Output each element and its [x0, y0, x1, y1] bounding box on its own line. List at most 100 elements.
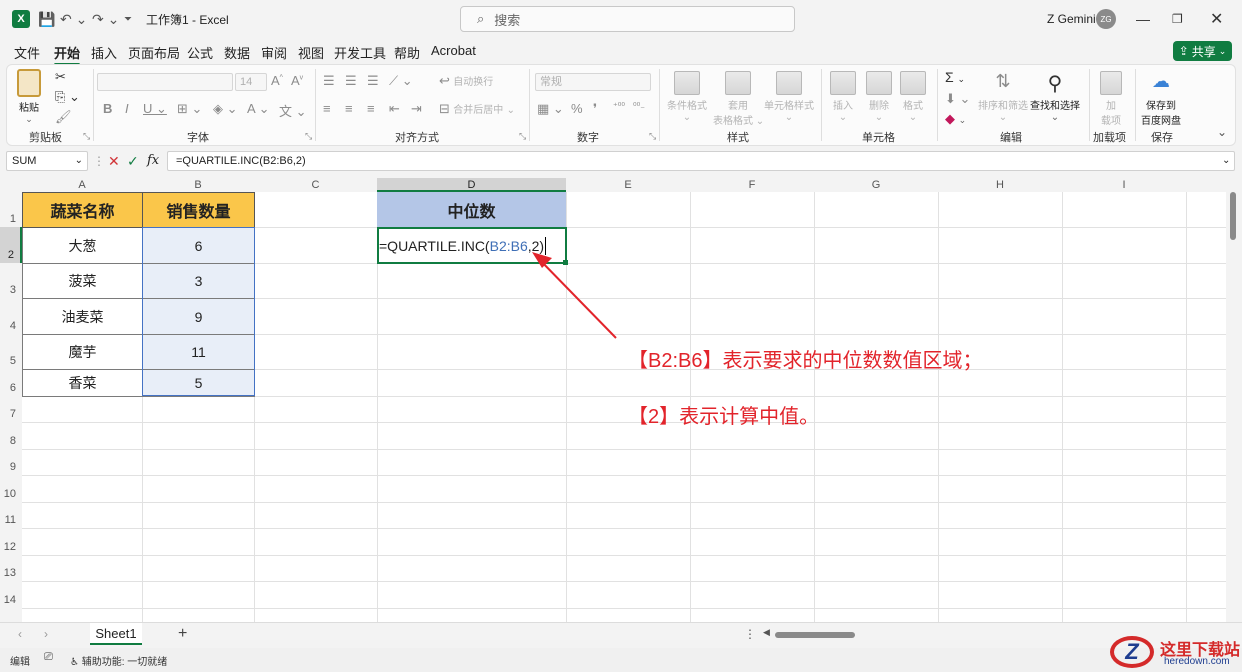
column-header-e[interactable]: E	[566, 178, 690, 192]
select-all-corner[interactable]	[0, 178, 22, 192]
percent-icon[interactable]: %	[571, 101, 583, 116]
dialog-launcher-icon[interactable]: ⤡	[519, 131, 526, 142]
column-header-g[interactable]: G	[814, 178, 938, 192]
sort-filter-button[interactable]: ⇅ 排序和筛选 ⌄	[975, 71, 1031, 123]
sheet-tab-sheet1[interactable]: Sheet1	[90, 623, 142, 645]
cancel-icon[interactable]: ✕	[108, 151, 120, 171]
cell-styles-button[interactable]: 单元格样式 ⌄	[761, 71, 817, 123]
tab-file[interactable]: 文件	[14, 43, 40, 62]
search-box[interactable]: ⌕ 搜索	[460, 6, 795, 32]
decrease-font-icon[interactable]: Av	[291, 73, 303, 88]
tab-review[interactable]: 审阅	[261, 43, 287, 62]
borders-icon[interactable]: ⊞ ⌄	[177, 101, 202, 117]
column-header-h[interactable]: H	[938, 178, 1062, 192]
tab-formulas[interactable]: 公式	[187, 43, 213, 62]
underline-icon[interactable]: U ⌄	[143, 101, 167, 117]
tab-page-layout[interactable]: 页面布局	[128, 43, 180, 62]
header-cell-median[interactable]: 中位数	[377, 192, 566, 227]
customize-qat-icon[interactable]: ⏷	[124, 0, 132, 38]
number-format-select[interactable]: 常规	[535, 73, 651, 91]
scroll-thumb[interactable]	[1230, 192, 1236, 240]
column-header-a[interactable]: A	[22, 178, 142, 192]
cell-quantity[interactable]: 9	[143, 299, 255, 335]
column-header-b[interactable]: B	[142, 178, 254, 192]
horizontal-scroll-thumb[interactable]	[775, 632, 855, 638]
clear-icon[interactable]: ◆ ⌄	[945, 111, 966, 127]
tab-acrobat[interactable]: Acrobat	[431, 43, 476, 58]
orientation-icon[interactable]: ⟋ ⌄	[389, 73, 413, 89]
redo-icon[interactable]: ↷ ⌄	[92, 0, 119, 38]
dialog-launcher-icon[interactable]: ⤡	[83, 131, 90, 142]
increase-decimal-icon[interactable]: ⁺⁰⁰	[613, 101, 625, 112]
row-header[interactable]: 11	[0, 502, 22, 528]
phonetic-icon[interactable]: 文 ⌄	[279, 101, 307, 120]
column-header-d[interactable]: D	[377, 178, 566, 192]
tab-home[interactable]: 开始	[54, 43, 81, 66]
tab-data[interactable]: 数据	[224, 43, 250, 62]
copy-icon[interactable]: ⎘ ⌄	[55, 89, 80, 105]
row-header[interactable]: 10	[0, 475, 22, 502]
vertical-scrollbar[interactable]	[1226, 192, 1242, 622]
row-header[interactable]: 9	[0, 449, 22, 475]
formula-edit-cell[interactable]: =QUARTILE.INC(B2:B6,2)	[377, 227, 567, 264]
decrease-decimal-icon[interactable]: ⁰⁰₋	[633, 101, 645, 112]
font-name-select[interactable]	[97, 73, 233, 91]
enter-icon[interactable]: ✓	[127, 151, 139, 171]
increase-indent-icon[interactable]: ⇥	[411, 101, 422, 117]
cell-quantity[interactable]: 11	[143, 335, 255, 370]
cell-vegetable[interactable]: 魔芋	[22, 335, 143, 370]
align-center-icon[interactable]: ≡	[345, 101, 353, 116]
tab-help[interactable]: 帮助	[394, 43, 420, 62]
align-right-icon[interactable]: ≡	[367, 101, 375, 116]
prev-sheet-icon[interactable]: ‹	[18, 627, 22, 641]
row-header[interactable]: 14	[0, 581, 22, 608]
autosum-icon[interactable]: Σ ⌄	[945, 69, 965, 85]
macro-record-icon[interactable]: ⎚	[44, 651, 53, 664]
header-cell-quantity[interactable]: 销售数量	[142, 192, 255, 228]
accounting-format-icon[interactable]: ▦ ⌄	[537, 101, 564, 117]
format-cells-button[interactable]: 格式 ⌄	[897, 71, 929, 123]
avatar[interactable]: ZG	[1096, 9, 1116, 29]
row-header[interactable]: 2	[0, 227, 22, 263]
row-header[interactable]: 3	[0, 263, 22, 298]
tab-insert[interactable]: 插入	[91, 43, 117, 62]
name-box[interactable]: SUM ⌄	[6, 151, 88, 171]
format-as-table-button[interactable]: 套用 表格格式 ⌄	[713, 71, 764, 127]
close-icon[interactable]: ✕	[1210, 0, 1234, 38]
format-painter-icon[interactable]: 🖌	[55, 109, 72, 125]
row-header[interactable]: 5	[0, 334, 22, 369]
accessibility-status[interactable]: ♿ 辅助功能: 一切就绪	[70, 653, 167, 668]
save-baidu-button[interactable]: ☁ 保存到 百度网盘	[1137, 71, 1185, 127]
cell-vegetable[interactable]: 香菜	[22, 370, 143, 397]
align-left-icon[interactable]: ≡	[323, 101, 331, 116]
header-cell-vegetable[interactable]: 蔬菜名称	[22, 192, 143, 228]
row-header[interactable]: 8	[0, 422, 22, 449]
bold-icon[interactable]: B	[103, 101, 112, 116]
cell-quantity[interactable]: 3	[143, 264, 255, 299]
insert-cells-button[interactable]: 插入 ⌄	[827, 71, 859, 123]
align-middle-icon[interactable]: ☰	[345, 73, 357, 89]
column-header-f[interactable]: F	[690, 178, 814, 192]
increase-font-icon[interactable]: A^	[271, 73, 283, 88]
collapse-ribbon-icon[interactable]: ⌄	[1217, 125, 1227, 139]
user-name[interactable]: Z Gemini	[1047, 0, 1096, 38]
paste-button[interactable]: 粘贴 ⌄	[17, 69, 41, 125]
cell-quantity[interactable]: 5	[143, 370, 255, 397]
merge-center-button[interactable]: ⊟ 合并后居中 ⌄	[439, 101, 515, 117]
cell-quantity[interactable]: 6	[143, 228, 255, 264]
font-size-select[interactable]: 14	[235, 73, 267, 91]
share-button[interactable]: ⇪ 共享 ⌄	[1173, 41, 1232, 61]
undo-icon[interactable]: ↶ ⌄	[60, 0, 87, 38]
tab-developer[interactable]: 开发工具	[334, 43, 386, 62]
row-header[interactable]: 1	[0, 192, 22, 227]
formula-input[interactable]: =QUARTILE.INC(B2:B6,2)	[167, 151, 1235, 171]
next-sheet-icon[interactable]: ›	[44, 627, 48, 641]
save-icon[interactable]: 💾	[38, 0, 55, 38]
wrap-text-button[interactable]: ↩ 自动换行	[439, 73, 493, 89]
dialog-launcher-icon[interactable]: ⤡	[649, 131, 656, 142]
conditional-format-button[interactable]: 条件格式 ⌄	[663, 71, 711, 123]
fill-color-icon[interactable]: ◈ ⌄	[213, 101, 238, 117]
align-top-icon[interactable]: ☰	[323, 73, 335, 89]
expand-formula-icon[interactable]: ⌄	[1222, 151, 1230, 171]
comma-style-icon[interactable]: ❜	[593, 101, 597, 117]
